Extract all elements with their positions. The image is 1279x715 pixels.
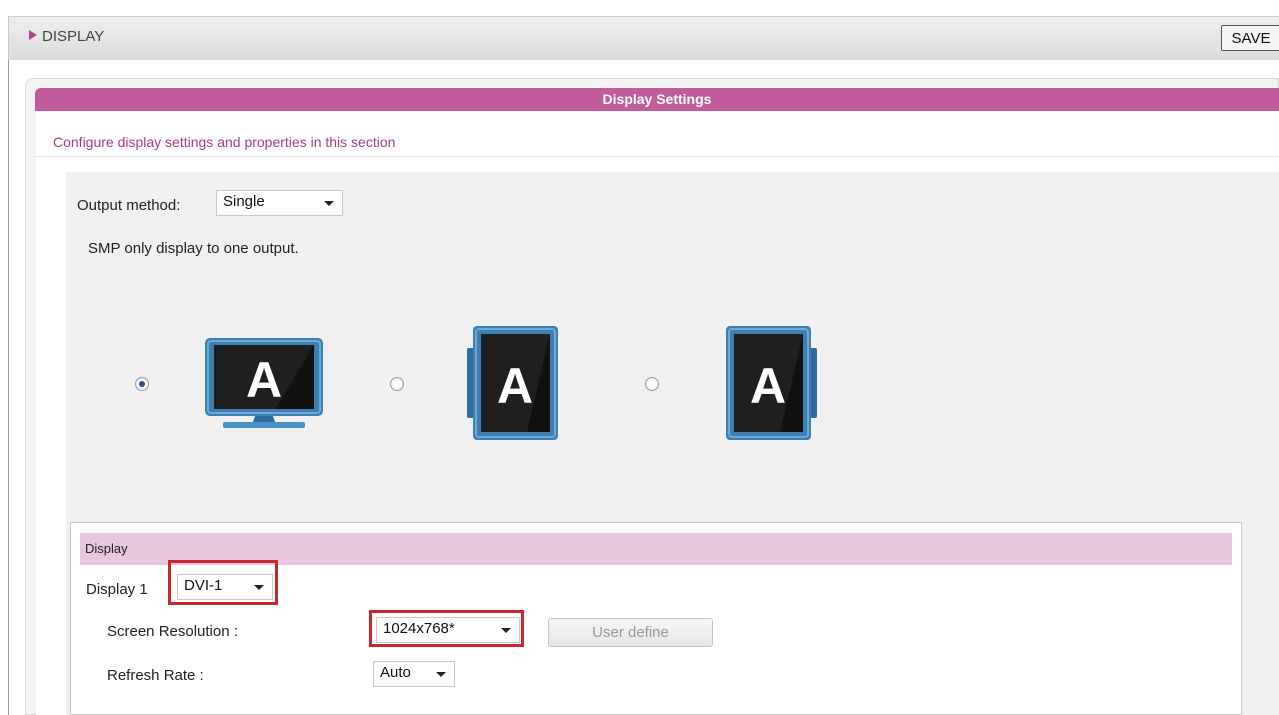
divider	[36, 156, 1279, 157]
portrait-left-monitor-icon: A	[467, 326, 558, 440]
left-divider	[8, 60, 9, 715]
page-title: DISPLAY	[29, 28, 104, 45]
screen-resolution-highlight	[369, 610, 524, 647]
chevron-down-icon	[436, 672, 446, 677]
arrow-right-icon	[29, 30, 37, 40]
user-define-button[interactable]: User define	[548, 618, 713, 647]
output-method-label: Output method:	[77, 197, 181, 214]
portrait-right-monitor-icon: A	[726, 326, 817, 440]
radio-single-monitor[interactable]	[135, 377, 149, 391]
radio-portrait-left[interactable]	[390, 377, 404, 391]
refresh-rate-select[interactable]: Auto	[373, 661, 455, 687]
top-bar: DISPLAY SAVE	[8, 16, 1279, 60]
output-method-select[interactable]: Single	[216, 190, 343, 216]
output-method-note: SMP only display to one output.	[88, 240, 299, 257]
refresh-rate-value: Auto	[380, 664, 411, 681]
svg-text:A: A	[750, 358, 786, 414]
output-method-value: Single	[223, 193, 265, 210]
display1-label: Display 1	[86, 581, 148, 598]
page-title-text: DISPLAY	[42, 28, 105, 45]
panel-description: Configure display settings and propertie…	[53, 134, 396, 150]
svg-text:A: A	[246, 352, 282, 408]
panel-title: Display Settings	[35, 88, 1279, 111]
single-monitor-icon: A	[205, 338, 323, 428]
refresh-rate-label: Refresh Rate :	[107, 667, 204, 684]
radio-portrait-right[interactable]	[645, 377, 659, 391]
display1-highlight	[168, 560, 278, 605]
screen-resolution-label: Screen Resolution :	[107, 623, 238, 640]
chevron-down-icon	[324, 201, 334, 206]
svg-text:A: A	[497, 358, 533, 414]
save-button[interactable]: SAVE	[1221, 25, 1279, 51]
